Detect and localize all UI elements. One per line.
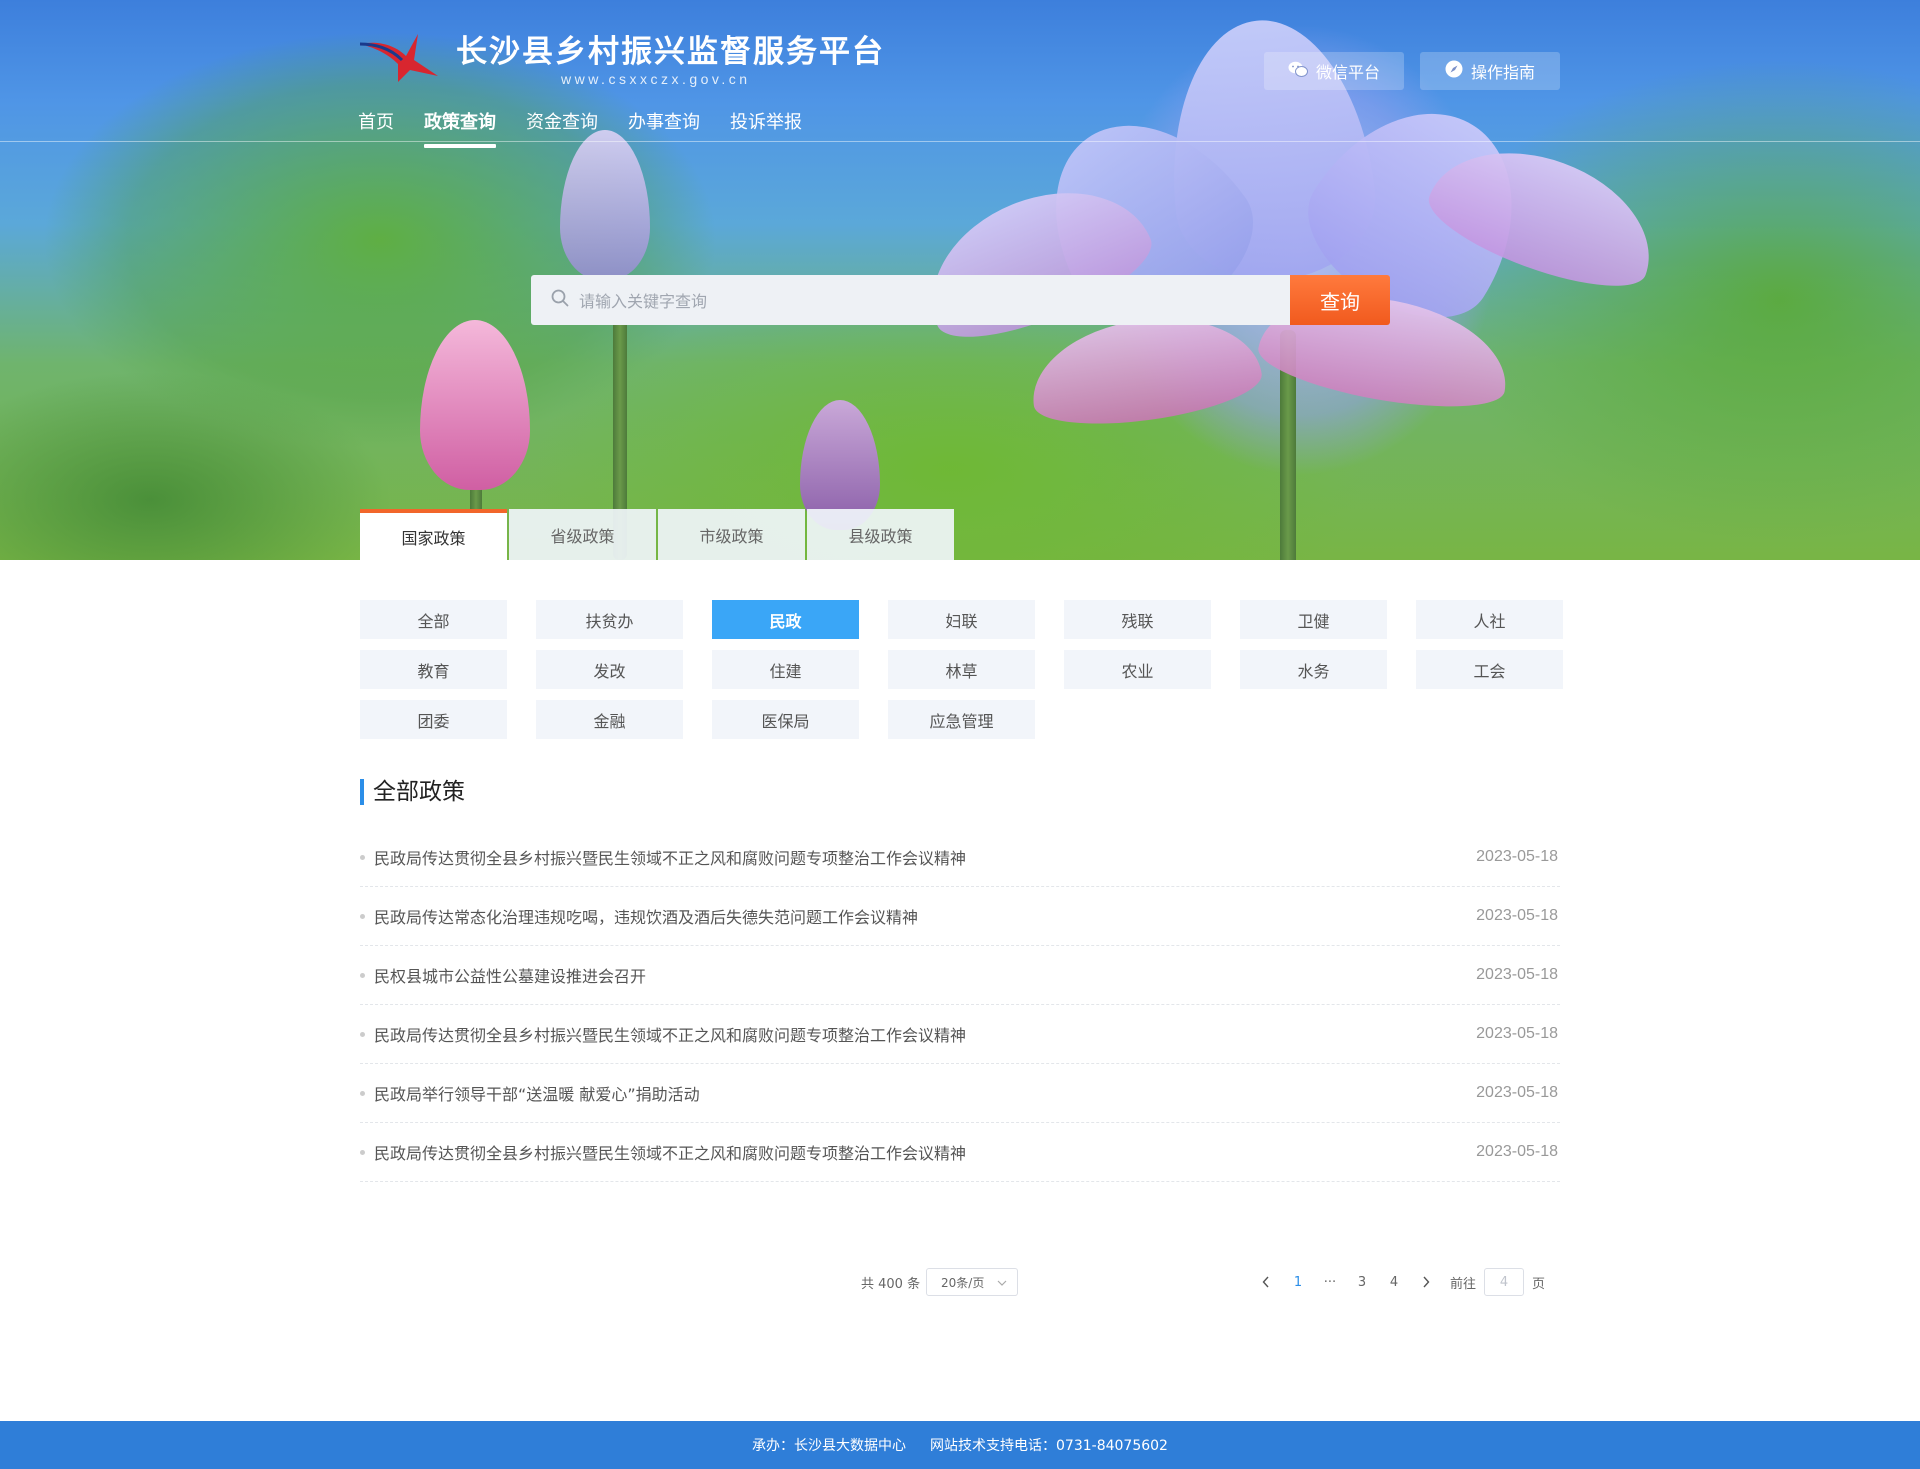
search-input[interactable]: 请输入关键字查询 [531, 275, 1290, 325]
list-item-date: 2023-05-18 [1476, 1084, 1558, 1101]
category-filter: 全部 扶贫办 民政 妇联 残联 卫健 人社 教育 发改 住建 林草 农业 水务 … [360, 600, 1564, 739]
policy-list: 民政局传达贯彻全县乡村振兴暨民生领域不正之风和腐败问题专项整治工作会议精神 20… [360, 828, 1560, 1182]
list-item-date: 2023-05-18 [1476, 1025, 1558, 1042]
bullet-icon [360, 913, 365, 919]
tab-city-policy[interactable]: 市级政策 [658, 509, 805, 560]
list-item-title[interactable]: 民政局传达常态化治理违规吃喝，违规饮酒及酒后失德失范问题工作会议精神 [374, 904, 918, 928]
list-item-title[interactable]: 民政局传达贯彻全县乡村振兴暨民生领域不正之风和腐败问题专项整治工作会议精神 [374, 845, 966, 869]
category-item[interactable]: 工会 [1416, 650, 1563, 689]
page-size-select[interactable]: 20条/页 [926, 1268, 1018, 1296]
category-item[interactable]: 全部 [360, 600, 507, 639]
category-item[interactable]: 农业 [1064, 650, 1211, 689]
page-size-value: 20条/页 [941, 1275, 985, 1290]
page-number[interactable]: 4 [1378, 1275, 1410, 1290]
main-nav: 首页 政策查询 资金查询 办事查询 投诉举报 [358, 108, 802, 148]
nav-home[interactable]: 首页 [358, 108, 394, 144]
page-ellipsis[interactable]: ··· [1314, 1275, 1346, 1290]
category-item[interactable]: 卫健 [1240, 600, 1387, 639]
category-item[interactable]: 教育 [360, 650, 507, 689]
list-item-date: 2023-05-18 [1476, 907, 1558, 924]
category-item[interactable]: 金融 [536, 700, 683, 739]
category-item[interactable]: 扶贫办 [536, 600, 683, 639]
bullet-icon [360, 1031, 365, 1037]
category-item[interactable]: 残联 [1064, 600, 1211, 639]
goto-label: 前往 [1450, 1276, 1477, 1292]
category-item[interactable]: 妇联 [888, 600, 1035, 639]
tab-national-policy[interactable]: 国家政策 [360, 509, 507, 560]
list-item[interactable]: 民权县城市公益性公墓建设推进会召开 2023-05-18 [360, 946, 1560, 1005]
tab-provincial-policy[interactable]: 省级政策 [509, 509, 656, 560]
wechat-icon [1288, 61, 1308, 82]
list-item[interactable]: 民政局传达常态化治理违规吃喝，违规饮酒及酒后失德失范问题工作会议精神 2023-… [360, 887, 1560, 946]
site-url: www.csxxczx.gov.cn [561, 71, 751, 87]
wechat-platform-button[interactable]: 微信平台 [1264, 52, 1404, 90]
category-item[interactable]: 医保局 [712, 700, 859, 739]
prev-page-icon[interactable] [1250, 1276, 1282, 1288]
bullet-icon [360, 1090, 365, 1096]
compass-icon [1445, 60, 1463, 82]
search-icon [551, 289, 569, 311]
page-number-current[interactable]: 1 [1282, 1275, 1314, 1290]
policy-level-tabs: 国家政策 省级政策 市级政策 县级政策 [360, 509, 954, 560]
bullet-icon [360, 972, 365, 978]
list-item-date: 2023-05-18 [1476, 848, 1558, 865]
list-item[interactable]: 民政局传达贯彻全县乡村振兴暨民生领域不正之风和腐败问题专项整治工作会议精神 20… [360, 828, 1560, 887]
goto-page-input[interactable]: 4 [1484, 1268, 1525, 1296]
category-item-active[interactable]: 民政 [712, 600, 859, 639]
operation-guide-button[interactable]: 操作指南 [1420, 52, 1560, 90]
site-title[interactable]: 长沙县乡村振兴监督服务平台 [456, 26, 885, 71]
lotus-bud [560, 130, 650, 280]
page-suffix: 页 [1532, 1276, 1546, 1292]
page-jump: 前往 4 页 [1450, 1268, 1545, 1296]
category-item[interactable]: 林草 [888, 650, 1035, 689]
tab-county-policy[interactable]: 县级政策 [807, 509, 954, 560]
category-item[interactable]: 发改 [536, 650, 683, 689]
bullet-icon [360, 854, 365, 860]
nav-complaint[interactable]: 投诉举报 [730, 108, 802, 144]
list-item-date: 2023-05-18 [1476, 1143, 1558, 1160]
header-divider [0, 141, 1920, 142]
category-item[interactable]: 团委 [360, 700, 507, 739]
nav-fund-query[interactable]: 资金查询 [526, 108, 598, 144]
list-item-title[interactable]: 民政局举行领导干部“送温暖 献爱心”捐助活动 [374, 1081, 700, 1105]
list-item[interactable]: 民政局举行领导干部“送温暖 献爱心”捐助活动 2023-05-18 [360, 1064, 1560, 1123]
nav-policy-query[interactable]: 政策查询 [424, 108, 496, 148]
pagination-pages: 1 ··· 3 4 [1250, 1268, 1442, 1296]
logo-icon[interactable] [358, 30, 440, 82]
chevron-down-icon [997, 1275, 1007, 1289]
bullet-icon [360, 1149, 365, 1155]
pagination-total: 共 400 条 [861, 1276, 921, 1292]
category-item[interactable]: 住建 [712, 650, 859, 689]
wechat-platform-label: 微信平台 [1315, 63, 1380, 82]
lotus-bud [420, 320, 530, 490]
list-item-title[interactable]: 民政局传达贯彻全县乡村振兴暨民生领域不正之风和腐败问题专项整治工作会议精神 [374, 1022, 966, 1046]
list-item-title[interactable]: 民权县城市公益性公墓建设推进会召开 [374, 963, 646, 987]
footer: 承办：长沙县大数据中心 网站技术支持电话：0731-84075602 [0, 1421, 1920, 1469]
nav-affairs-query[interactable]: 办事查询 [628, 108, 700, 144]
footer-support: 网站技术支持电话：0731-84075602 [930, 1438, 1168, 1454]
category-item[interactable]: 应急管理 [888, 700, 1035, 739]
list-item[interactable]: 民政局传达贯彻全县乡村振兴暨民生领域不正之风和腐败问题专项整治工作会议精神 20… [360, 1005, 1560, 1064]
search-button[interactable]: 查询 [1290, 275, 1390, 325]
next-page-icon[interactable] [1410, 1276, 1442, 1288]
list-item-title[interactable]: 民政局传达贯彻全县乡村振兴暨民生领域不正之风和腐败问题专项整治工作会议精神 [374, 1140, 966, 1164]
search-placeholder: 请输入关键字查询 [579, 292, 708, 311]
footer-organizer: 承办：长沙县大数据中心 [752, 1438, 907, 1454]
category-item[interactable]: 水务 [1240, 650, 1387, 689]
operation-guide-label: 操作指南 [1470, 63, 1535, 82]
section-title: 全部政策 [360, 779, 465, 805]
page-number[interactable]: 3 [1346, 1275, 1378, 1290]
category-item[interactable]: 人社 [1416, 600, 1563, 639]
list-item[interactable]: 民政局传达贯彻全县乡村振兴暨民生领域不正之风和腐败问题专项整治工作会议精神 20… [360, 1123, 1560, 1182]
list-item-date: 2023-05-18 [1476, 966, 1558, 983]
